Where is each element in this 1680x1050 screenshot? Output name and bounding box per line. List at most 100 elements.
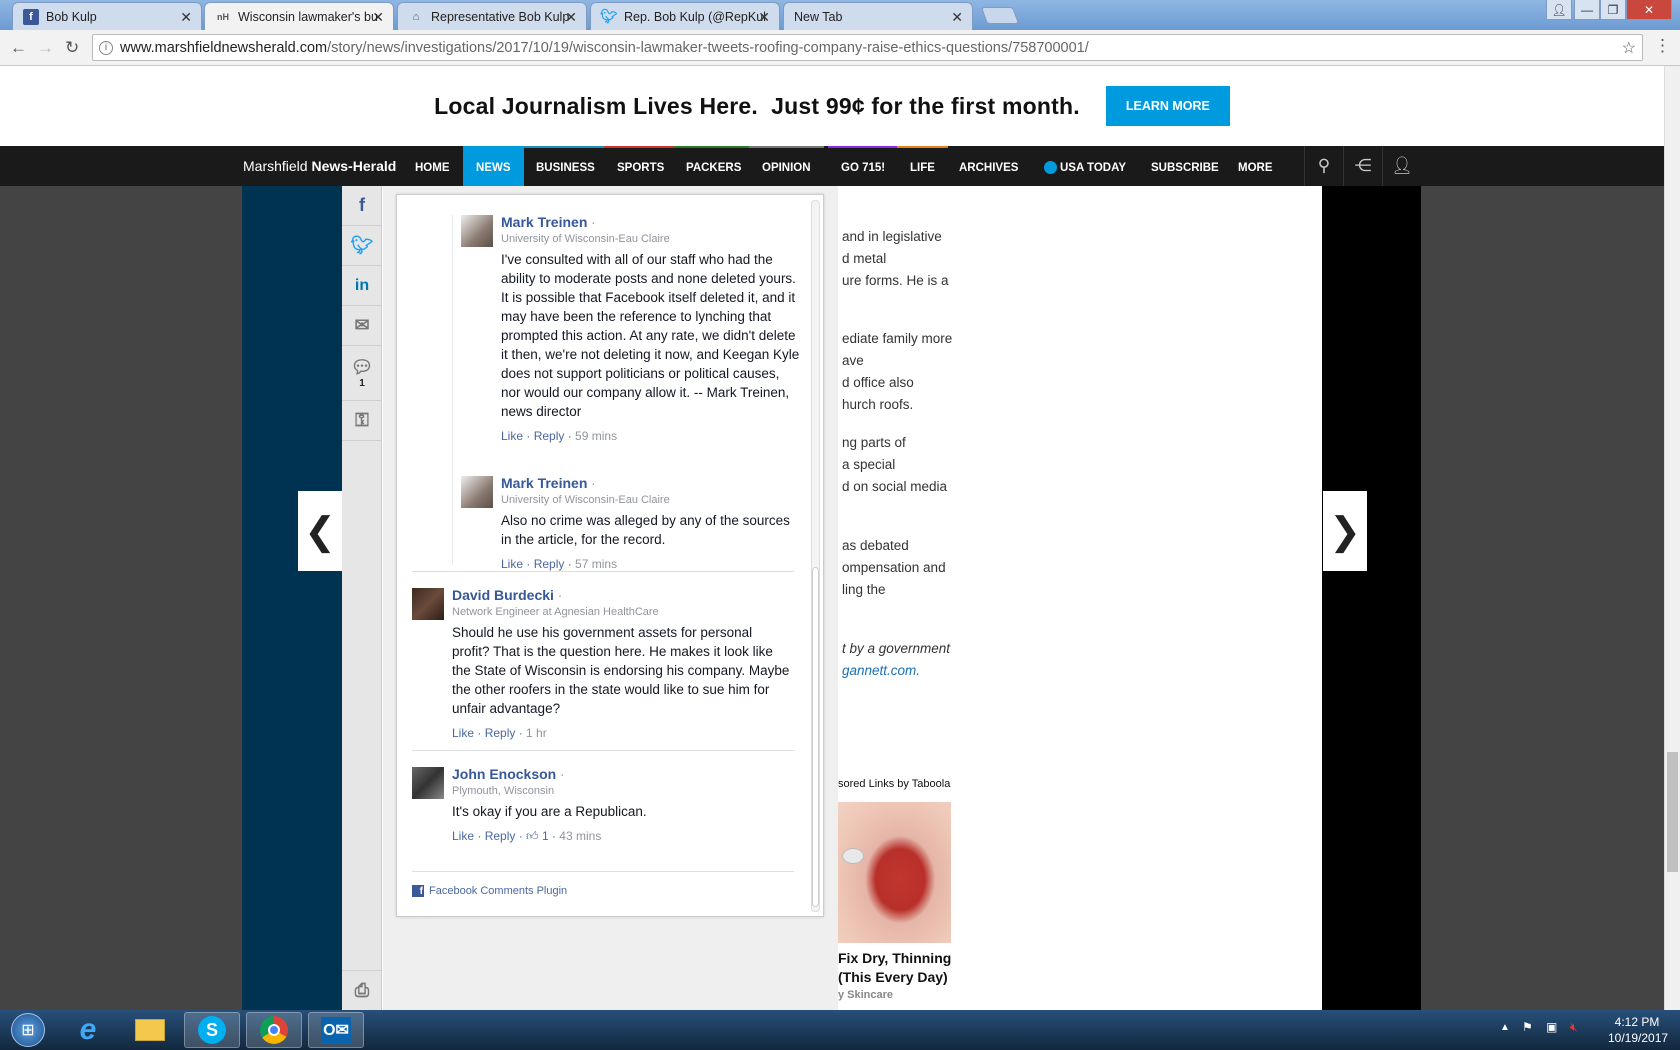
show-hidden-icons[interactable]: ▲ [1500, 1022, 1510, 1033]
avatar[interactable] [412, 767, 444, 799]
reply-link[interactable]: Reply [534, 557, 565, 571]
address-bar[interactable]: i www.marshfieldnewsherald.com/story/new… [92, 34, 1643, 61]
comment-timestamp[interactable]: 57 mins [575, 557, 617, 571]
page-background-blue [242, 186, 342, 1010]
file-explorer-icon[interactable] [122, 1012, 178, 1048]
reply-link[interactable]: Reply [534, 429, 565, 443]
share-icon[interactable]: ⋲ [1343, 146, 1382, 186]
twitter-share-icon[interactable]: 🐦︎ [342, 226, 382, 266]
linkedin-share-icon[interactable]: in [342, 266, 382, 306]
learn-more-button[interactable]: LEARN MORE [1105, 86, 1230, 126]
volume-muted-icon[interactable]: 🔇︎ [1570, 1020, 1578, 1035]
tab-wisconsin-lawmaker[interactable]: nH Wisconsin lawmaker's bu ✕ [204, 2, 394, 30]
article-text: and in legislative [842, 229, 942, 244]
print-icon[interactable]: ⎙ [342, 970, 382, 1010]
commenter-name[interactable]: David Burdecki [452, 587, 554, 603]
chrome-icon[interactable] [246, 1012, 302, 1048]
avatar[interactable] [461, 476, 493, 508]
key-icon[interactable]: ⚿ [342, 401, 382, 441]
network-icon[interactable]: ▣ [1546, 1020, 1557, 1034]
reply-link[interactable]: Reply [485, 829, 516, 843]
taboola-ad-image[interactable] [838, 802, 951, 943]
previous-article-arrow[interactable]: ❮ [298, 491, 342, 571]
nav-sports[interactable]: SPORTS [604, 146, 678, 186]
facebook-icon: f [412, 885, 424, 897]
user-profile-icon[interactable]: 👤︎ [1546, 0, 1572, 20]
comment-timestamp[interactable]: 59 mins [575, 429, 617, 443]
menu-icon[interactable]: ⋮ [1654, 36, 1671, 56]
close-tab-icon[interactable]: ✕ [951, 9, 963, 26]
like-count: 1 [541, 829, 549, 843]
nav-go-715[interactable]: GO 715! [828, 146, 899, 186]
restore-icon[interactable]: ❐ [1600, 0, 1626, 20]
email-share-icon[interactable]: ✉ [342, 306, 382, 346]
reply-link[interactable]: Reply [485, 726, 516, 740]
nav-archives[interactable]: ARCHIVES [946, 146, 1031, 186]
avatar[interactable] [412, 588, 444, 620]
comment: David Burdecki · Network Engineer at Agn… [452, 586, 792, 743]
next-article-arrow[interactable]: ❯ [1323, 491, 1367, 571]
new-tab-button[interactable] [980, 7, 1020, 24]
like-link[interactable]: Like [452, 829, 474, 843]
site-logo[interactable]: Marshfield News-Herald [243, 158, 396, 174]
nav-life[interactable]: LIFE [897, 146, 948, 186]
comments-scrollbar[interactable] [811, 200, 820, 912]
comment-text: Also no crime was alleged by any of the … [501, 513, 790, 547]
article-email-link[interactable]: gannett.com. [842, 660, 920, 682]
action-center-flag-icon[interactable]: ⚑ [1522, 1020, 1533, 1034]
taboola-headline[interactable]: Fix Dry, Thinning [838, 950, 951, 966]
taboola-headline[interactable]: (This Every Day) [838, 969, 948, 985]
start-button[interactable]: ⊞ [2, 1012, 54, 1048]
outlook-icon[interactable]: O✉ [308, 1012, 364, 1048]
nav-subscribe[interactable]: SUBSCRIBE [1138, 146, 1232, 186]
nav-opinion[interactable]: OPINION [749, 146, 824, 186]
like-link[interactable]: Like [452, 726, 474, 740]
tab-bob-kulp-facebook[interactable]: f Bob Kulp ✕ [12, 2, 202, 30]
commenter-affiliation: Network Engineer at Agnesian HealthCare [452, 606, 659, 618]
article-text: as debated [842, 538, 909, 553]
tab-new-tab[interactable]: New Tab ✕ [783, 2, 973, 30]
close-tab-icon[interactable]: ✕ [565, 9, 577, 26]
commenter-name[interactable]: Mark Treinen [501, 475, 587, 491]
close-tab-icon[interactable]: ✕ [180, 9, 192, 26]
reload-icon[interactable]: ↻ [65, 38, 79, 58]
skype-icon[interactable]: S [184, 1012, 240, 1048]
taboola-source: y Skincare [838, 989, 894, 1001]
bookmark-star-icon[interactable]: ☆ [1622, 38, 1636, 58]
internet-explorer-icon[interactable]: e [60, 1012, 116, 1048]
comments-scrollbar-thumb[interactable] [812, 567, 819, 907]
commenter-name[interactable]: John Enockson [452, 766, 556, 782]
nav-usa-today[interactable]: USA TODAY [1030, 146, 1139, 186]
page-scrollbar-thumb[interactable] [1667, 752, 1678, 872]
commenter-name[interactable]: Mark Treinen [501, 214, 587, 230]
forward-icon[interactable]: → [37, 38, 54, 58]
close-tab-icon[interactable]: ✕ [372, 9, 384, 26]
comment-timestamp[interactable]: 43 mins [559, 829, 601, 843]
page-background-right [1322, 186, 1421, 1010]
nav-news[interactable]: NEWS [463, 146, 524, 186]
facebook-comments-plugin-link[interactable]: f Facebook Comments Plugin [412, 885, 567, 897]
like-link[interactable]: Like [501, 557, 523, 571]
tab-rep-bob-kulp-twitter[interactable]: 🐦︎ Rep. Bob Kulp (@RepKul ✕ [590, 2, 780, 30]
like-link[interactable]: Like [501, 429, 523, 443]
search-icon[interactable]: ⚲ [1304, 146, 1343, 186]
info-icon[interactable]: i [99, 40, 113, 55]
minimize-icon[interactable]: — [1574, 0, 1600, 20]
comments-button[interactable]: 💬︎ 1 [342, 346, 382, 401]
close-window-icon[interactable]: ✕ [1626, 0, 1672, 20]
account-icon[interactable]: 👤︎ [1382, 146, 1421, 186]
nav-more[interactable]: MORE [1225, 146, 1286, 186]
page-scrollbar[interactable] [1664, 66, 1680, 1010]
comment-timestamp[interactable]: 1 hr [526, 726, 547, 740]
avatar[interactable] [461, 215, 493, 247]
nav-home[interactable]: HOME [402, 146, 463, 186]
taboola-header[interactable]: sored Links by Taboola [838, 778, 950, 790]
close-tab-icon[interactable]: ✕ [758, 9, 770, 26]
clock[interactable]: 4:12 PM 10/19/2017 [1608, 1014, 1668, 1046]
nav-business[interactable]: BUSINESS [523, 146, 608, 186]
nav-packers[interactable]: PACKERS [673, 146, 755, 186]
back-icon[interactable]: ← [10, 38, 27, 58]
tab-representative-bob-kulp[interactable]: ⌂ Representative Bob Kulp ✕ [397, 2, 587, 30]
article-text: t by a government [842, 641, 951, 656]
facebook-share-icon[interactable]: f [342, 186, 382, 226]
